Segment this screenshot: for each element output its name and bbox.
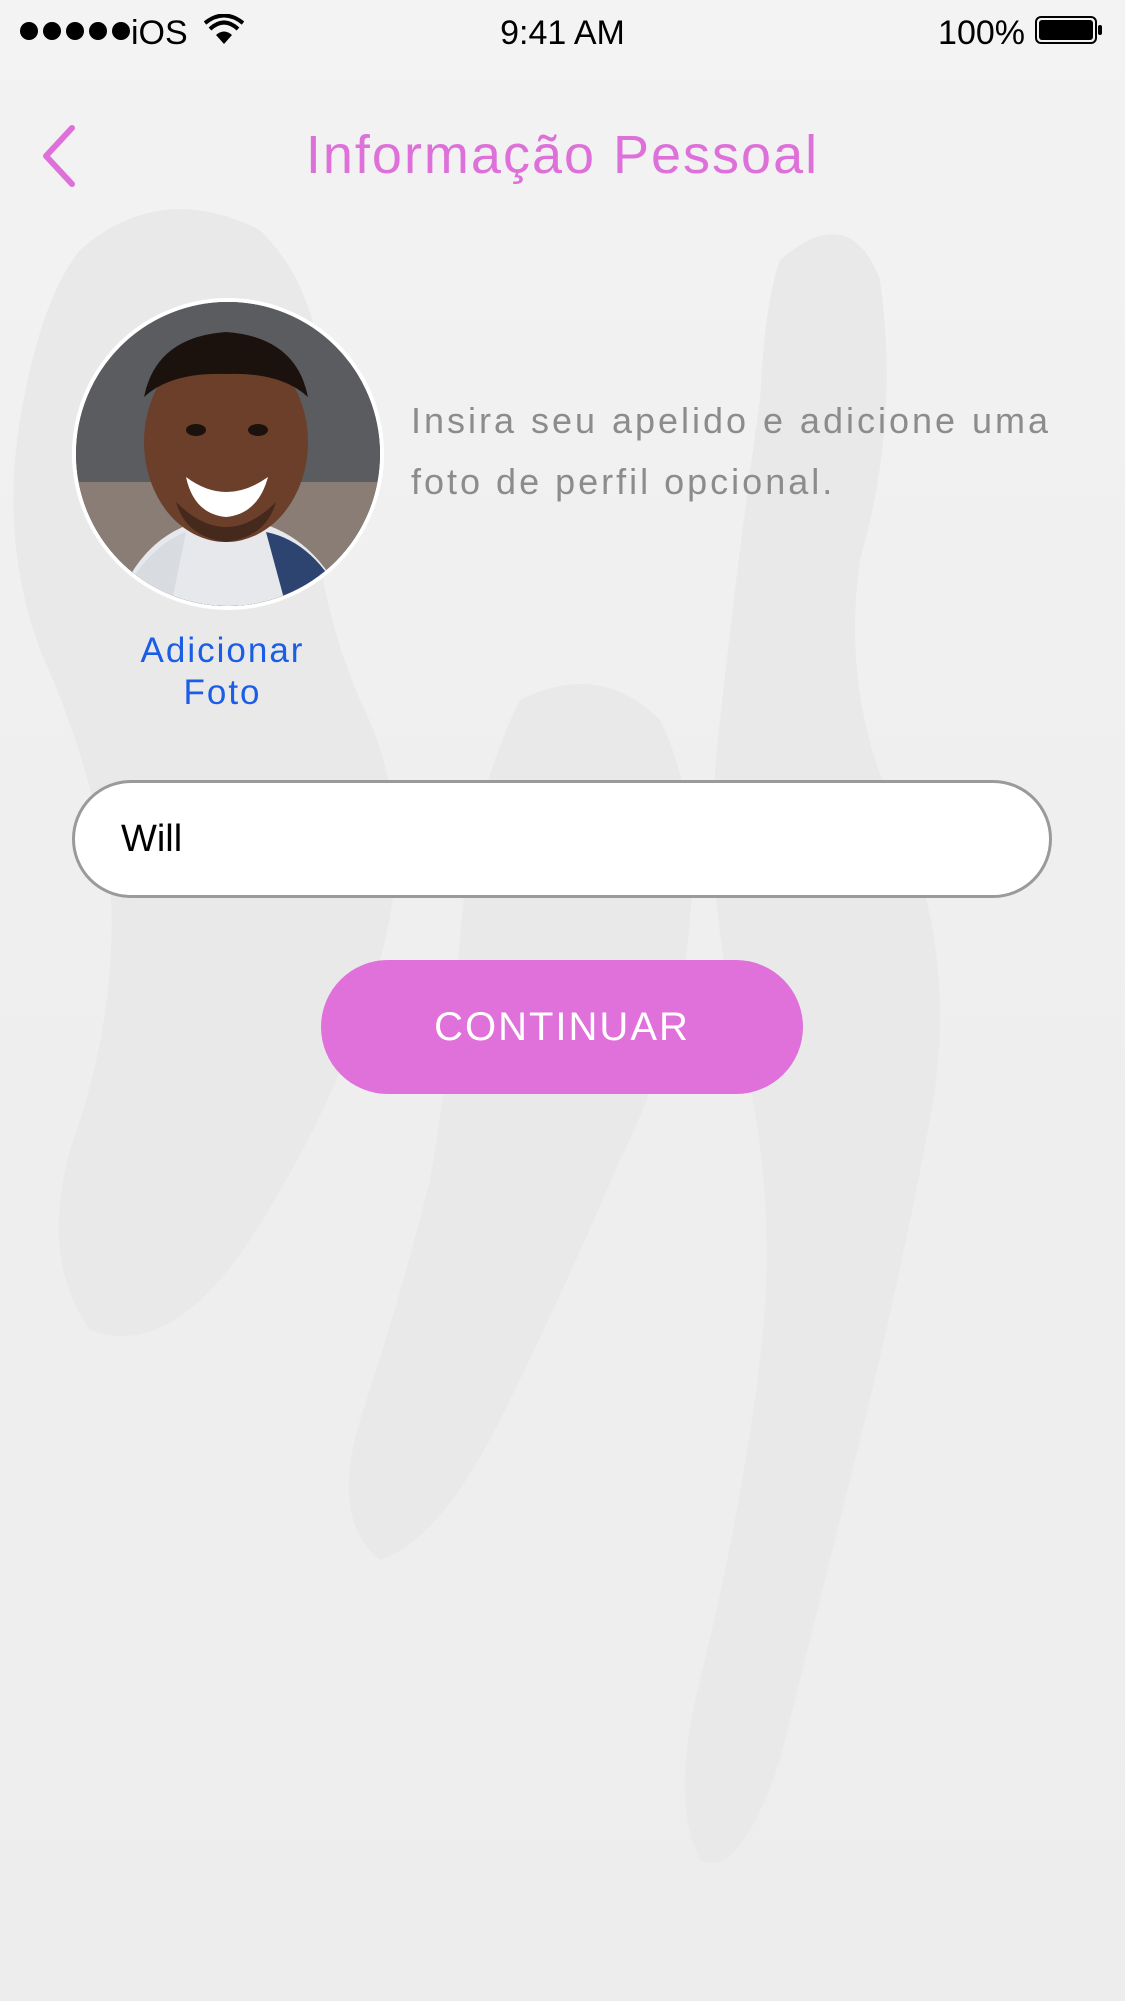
battery-percentage: 100% [938, 14, 1025, 52]
add-photo-line-2: Foto [183, 673, 262, 712]
avatar[interactable] [72, 298, 384, 610]
instructions-text: Insira seu apelido e adicione uma foto d… [411, 400, 1051, 502]
profile-photo [76, 302, 380, 606]
add-photo-line-1: Adicionar [140, 631, 305, 670]
page-title: Informação Pessoal [305, 125, 820, 185]
nickname-input[interactable] [72, 780, 1052, 898]
battery-icon [1035, 16, 1102, 44]
status-bar: iOS 9:41 AM 100% [0, 0, 1125, 66]
add-photo-link[interactable]: Adicionar Foto [110, 630, 335, 714]
continue-button[interactable]: CONTINUAR [321, 960, 803, 1094]
